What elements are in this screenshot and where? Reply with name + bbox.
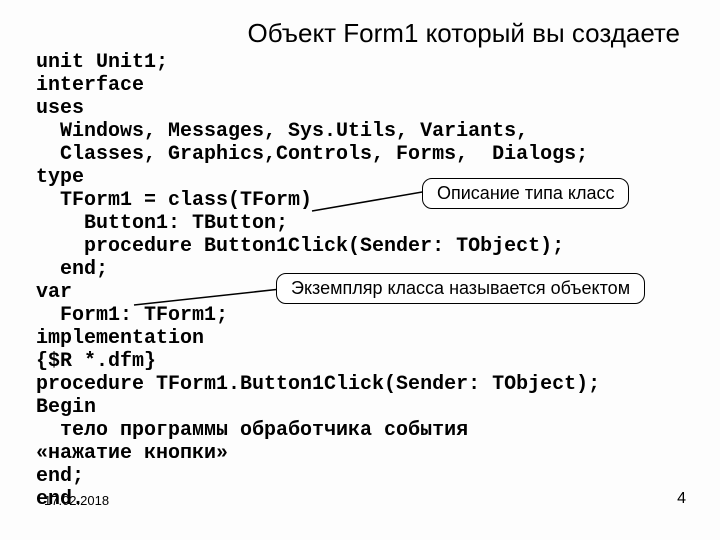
footer-page-number: 4 — [677, 490, 686, 508]
callout-instance-object: Экземпляр класса называется объектом — [276, 273, 645, 304]
footer-date: 17.02.2018 — [44, 493, 109, 508]
callout-type-class: Описание типа класс — [422, 178, 629, 209]
slide-title: Объект Form1 который вы создаете — [36, 18, 680, 49]
